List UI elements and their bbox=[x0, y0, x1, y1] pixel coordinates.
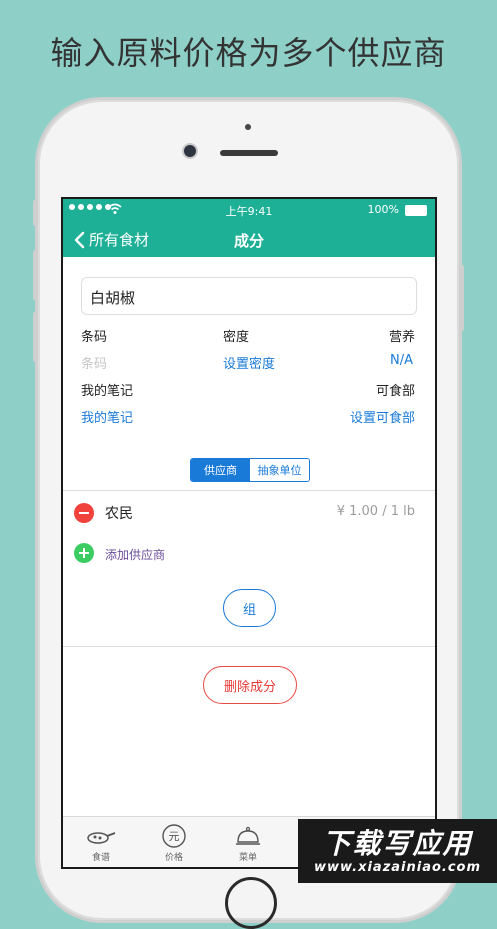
group-button[interactable]: 组 bbox=[223, 589, 276, 627]
front-camera bbox=[184, 145, 196, 157]
add-supplier-icon[interactable] bbox=[74, 543, 94, 563]
earpiece-speaker bbox=[220, 150, 278, 156]
ingredient-name-field[interactable]: 白胡椒 bbox=[81, 277, 417, 315]
cloche-icon bbox=[236, 826, 260, 845]
svg-text:元: 元 bbox=[169, 830, 180, 843]
watermark-url: www.xiazainiao.com bbox=[313, 859, 482, 875]
set-density-link[interactable]: 设置密度 bbox=[223, 353, 275, 372]
volume-up-button bbox=[33, 250, 37, 300]
supplier-name[interactable]: 农民 bbox=[105, 503, 133, 523]
proximity-sensor bbox=[245, 124, 251, 130]
power-button bbox=[460, 265, 464, 331]
barcode-input[interactable]: 条码 bbox=[81, 353, 107, 372]
yuan-icon: 元 bbox=[162, 824, 186, 848]
supplier-price: ¥ 1.00 / 1 lb bbox=[336, 504, 415, 519]
nutrition-label: 营养 bbox=[388, 330, 415, 345]
promo-headline: 输入原料价格为多个供应商 bbox=[50, 34, 447, 72]
nutrition-link[interactable]: N/A bbox=[390, 353, 413, 368]
tab-menu[interactable]: 菜单 bbox=[218, 823, 278, 863]
add-supplier-button[interactable]: 添加供应商 bbox=[105, 546, 165, 563]
remove-supplier-icon[interactable] bbox=[74, 503, 94, 523]
watermark-title: 下载写应用 bbox=[322, 826, 473, 860]
divider bbox=[63, 646, 435, 647]
tab-label: 价格 bbox=[164, 853, 183, 863]
pan-icon bbox=[87, 832, 116, 844]
status-bar: 上午9:41 100% bbox=[63, 199, 435, 221]
delete-ingredient-button[interactable]: 删除成分 bbox=[203, 666, 297, 704]
notes-label: 我的笔记 bbox=[81, 384, 134, 399]
navigation-bar: 所有食材 成分 bbox=[63, 221, 435, 257]
home-button[interactable] bbox=[225, 877, 277, 929]
volume-down-button bbox=[33, 312, 37, 362]
set-edible-link[interactable]: 设置可食部 bbox=[350, 407, 415, 426]
tab-recipes[interactable]: 食谱 bbox=[71, 823, 131, 863]
site-watermark: 下载写应用 www.xiazainiao.com bbox=[298, 819, 497, 883]
tab-label: 菜单 bbox=[238, 853, 257, 863]
tab-label: 食谱 bbox=[91, 853, 110, 863]
page-title: 成分 bbox=[233, 232, 264, 250]
tab-prices[interactable]: 元 价格 bbox=[144, 823, 204, 863]
notes-link[interactable]: 我的笔记 bbox=[81, 407, 133, 426]
tab-suppliers[interactable]: 供应商 bbox=[191, 459, 250, 481]
divider bbox=[63, 490, 435, 491]
battery-icon bbox=[405, 205, 427, 216]
mute-switch bbox=[33, 200, 37, 226]
barcode-label: 条码 bbox=[81, 330, 108, 345]
app-screen: 上午9:41 100% 所有食材 成分 白胡椒 条码 密度 营养 条码 设置密度… bbox=[61, 197, 437, 869]
tab-abstract-units[interactable]: 抽象单位 bbox=[250, 459, 309, 481]
density-label: 密度 bbox=[223, 330, 250, 345]
segmented-control: 供应商 抽象单位 bbox=[190, 458, 310, 482]
edible-label: 可食部 bbox=[375, 384, 415, 399]
battery-percent: 100% bbox=[367, 203, 399, 216]
